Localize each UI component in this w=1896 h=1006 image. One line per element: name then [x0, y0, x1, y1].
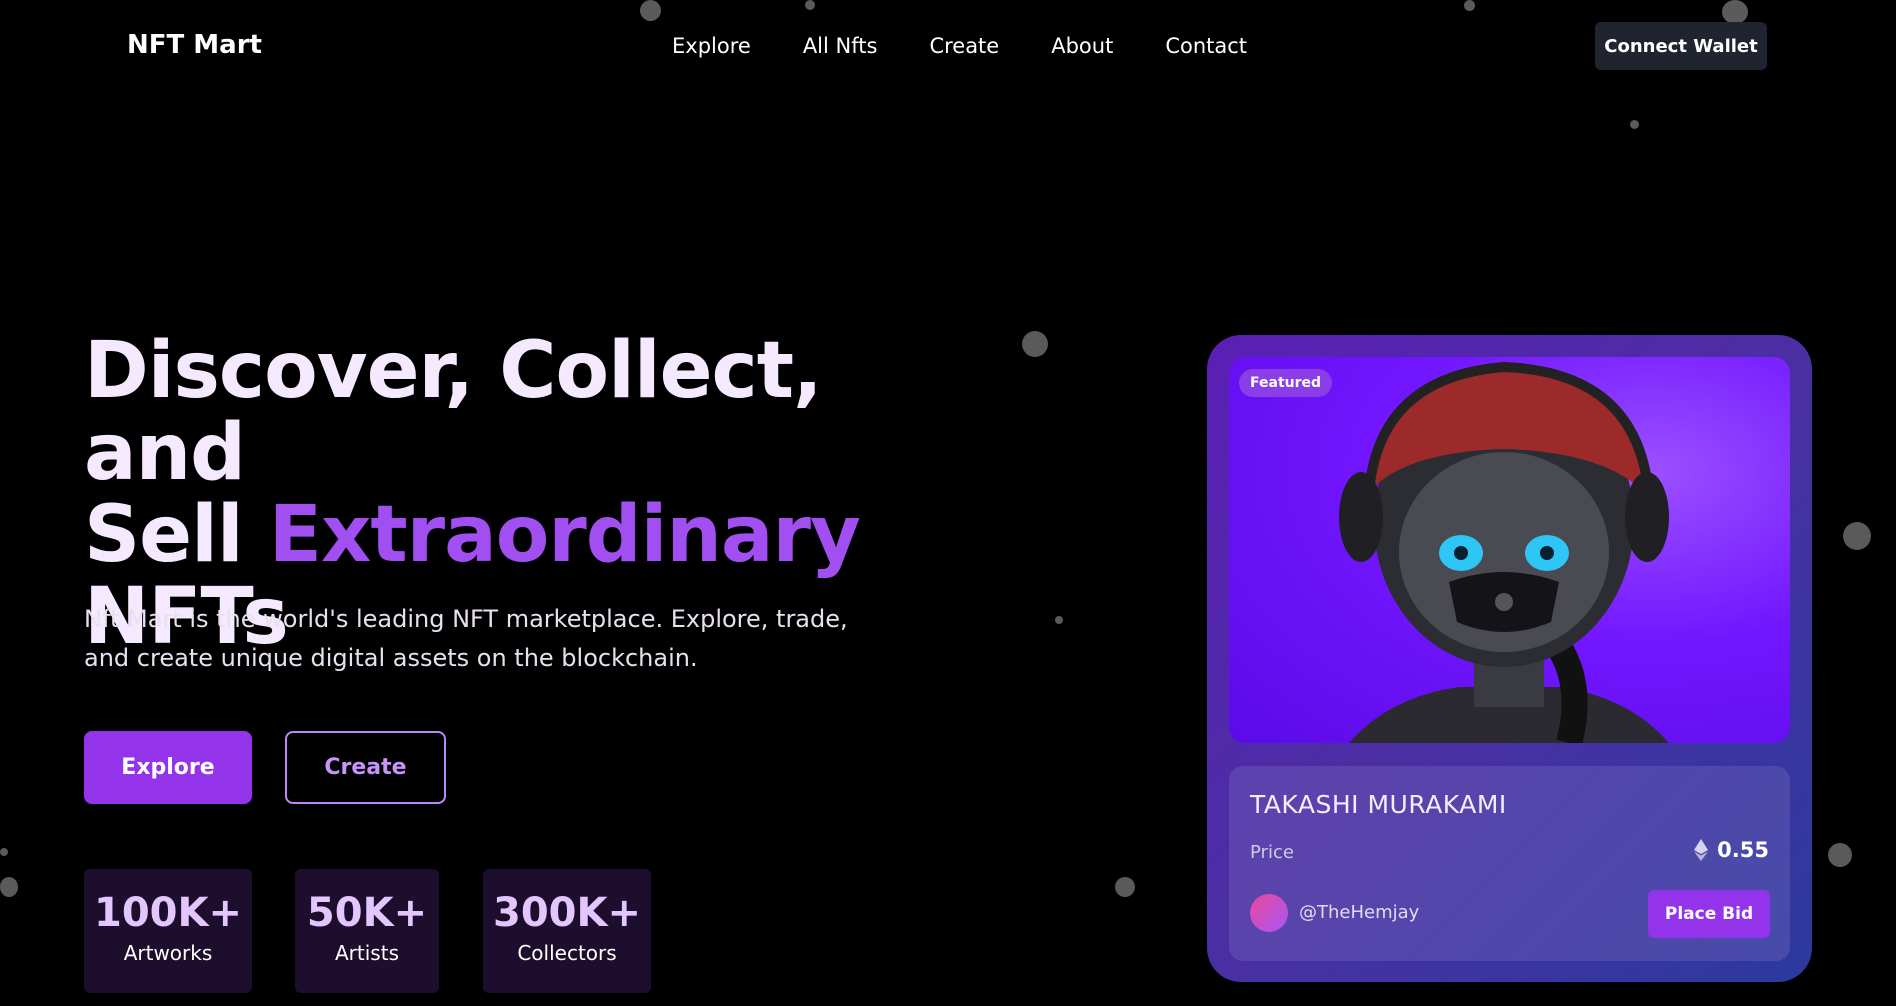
- stat-artists: 50K+ Artists: [295, 869, 439, 993]
- stat-label: Artworks: [123, 941, 213, 965]
- particle: [640, 0, 661, 21]
- nft-title: TAKASHI MURAKAMI: [1250, 790, 1507, 819]
- explore-button[interactable]: Explore: [84, 731, 252, 804]
- main-nav: Explore All Nfts Create About Contact: [672, 33, 1299, 59]
- particle: [1022, 331, 1048, 357]
- site-logo[interactable]: NFT Mart: [127, 30, 262, 60]
- particle: [1828, 843, 1852, 867]
- nft-artwork-image[interactable]: Featured: [1229, 357, 1790, 743]
- ethereum-icon: [1694, 839, 1709, 861]
- price-value-group: 0.55: [1694, 838, 1769, 862]
- particle: [0, 877, 18, 897]
- place-bid-button[interactable]: Place Bid: [1648, 890, 1770, 938]
- stat-artworks: 100K+ Artworks: [84, 869, 252, 993]
- nav-contact[interactable]: Contact: [1165, 33, 1247, 59]
- particle: [1055, 616, 1063, 624]
- stat-collectors: 300K+ Collectors: [483, 869, 651, 993]
- featured-nft-card[interactable]: Featured TAKASHI MURAKAMI Price 0.55 @Th…: [1207, 335, 1812, 982]
- price-value: 0.55: [1717, 838, 1769, 862]
- particle: [0, 848, 8, 856]
- creator-avatar[interactable]: [1250, 894, 1288, 932]
- nav-explore[interactable]: Explore: [672, 33, 751, 59]
- particle: [1843, 522, 1871, 550]
- particle: [1722, 0, 1748, 24]
- price-label: Price: [1250, 842, 1294, 863]
- particle: [1115, 877, 1135, 897]
- particle: [805, 0, 815, 10]
- hero-title-line1: Discover, Collect, and: [84, 326, 823, 498]
- particle: [1464, 0, 1475, 11]
- particle: [1630, 120, 1639, 129]
- stat-label: Artists: [335, 941, 399, 965]
- hero-title-accent: Extraordinary: [268, 490, 861, 580]
- featured-badge: Featured: [1239, 369, 1333, 397]
- nav-create[interactable]: Create: [929, 33, 999, 59]
- stat-label: Collectors: [517, 941, 617, 965]
- nav-all-nfts[interactable]: All Nfts: [803, 33, 878, 59]
- stat-value: 50K+: [306, 890, 428, 936]
- stat-value: 300K+: [492, 890, 641, 936]
- hero-title-sell: Sell: [84, 490, 269, 580]
- hero-description: Nft Mart is the world's leading NFT mark…: [84, 605, 848, 672]
- robot-pilot-illustration: [1339, 361, 1669, 743]
- create-button[interactable]: Create: [285, 731, 446, 804]
- creator-handle[interactable]: @TheHemjay: [1299, 902, 1419, 923]
- connect-wallet-button[interactable]: Connect Wallet: [1595, 22, 1767, 70]
- stat-value: 100K+: [93, 890, 242, 936]
- nav-about[interactable]: About: [1051, 33, 1113, 59]
- nft-info-panel: TAKASHI MURAKAMI Price 0.55 @TheHemjay P…: [1229, 766, 1790, 961]
